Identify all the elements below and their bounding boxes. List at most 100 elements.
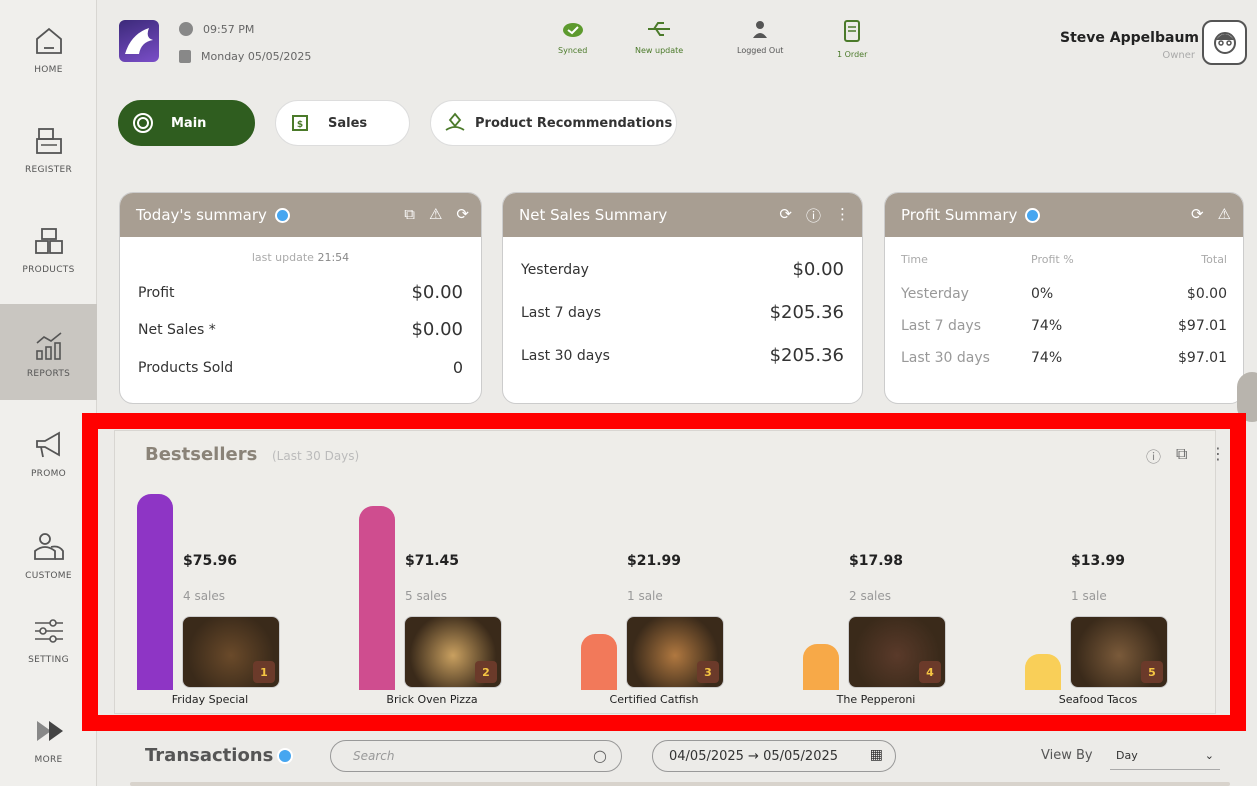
help-icon[interactable]: ⓘ bbox=[806, 205, 821, 226]
transactions-table-top bbox=[130, 782, 1230, 786]
tab-label: Main bbox=[171, 115, 207, 131]
summary-row-profit: Profit $0.00 bbox=[138, 282, 463, 303]
sidebar-item-label: PROMO bbox=[30, 469, 67, 479]
app-logo bbox=[119, 20, 159, 62]
sidebar-item-label: CUSTOME bbox=[25, 571, 72, 581]
trophy-rank-icon: 4 bbox=[919, 661, 941, 683]
bestseller-sales-count: 1 sale bbox=[1071, 589, 1107, 603]
spiral-icon bbox=[129, 109, 157, 137]
external-link-icon[interactable]: ⧉ bbox=[1176, 444, 1187, 464]
trophy-rank-icon: 1 bbox=[253, 661, 275, 683]
status-order[interactable]: 1 Order bbox=[837, 20, 867, 59]
search-icon: ○ bbox=[593, 746, 607, 765]
status-synced[interactable]: Synced bbox=[558, 20, 587, 55]
status-logged-out[interactable]: Logged Out bbox=[737, 20, 783, 55]
bestseller-price: $75.96 bbox=[183, 553, 238, 569]
gem-icon bbox=[274, 207, 290, 223]
hand-gem-icon bbox=[441, 109, 469, 137]
scroll-handle[interactable] bbox=[1237, 372, 1257, 422]
product-thumbnail[interactable]: 4 bbox=[848, 616, 946, 688]
product-thumbnail[interactable]: 1 bbox=[182, 616, 280, 688]
sidebar-item-more[interactable]: MORE bbox=[0, 690, 97, 786]
last-update: last update 21:54 bbox=[251, 251, 350, 264]
card-header: Net Sales Summary ⟳ ⓘ ⋮ bbox=[503, 193, 862, 237]
summary-row-products-sold: Products Sold 0 bbox=[138, 358, 463, 377]
top-header: 09:57 PM Monday 05/05/2025 Synced New up… bbox=[97, 0, 1257, 76]
profit-row: Last 30 days 74% $97.01 bbox=[901, 350, 1227, 366]
bestseller-name: Seafood Tacos bbox=[1058, 693, 1138, 706]
receipt-icon bbox=[844, 20, 861, 42]
date-row: Monday 05/05/2025 bbox=[179, 50, 311, 63]
bestseller-price: $21.99 bbox=[627, 553, 682, 569]
calendar-icon: ▦ bbox=[869, 747, 883, 763]
current-date: Monday 05/05/2025 bbox=[201, 50, 312, 63]
bestseller-name: Brick Oven Pizza bbox=[386, 693, 478, 706]
sidebar-item-reports[interactable]: REPORTS bbox=[0, 304, 97, 400]
home-icon bbox=[35, 27, 62, 54]
product-thumbnail[interactable]: 5 bbox=[1070, 616, 1168, 688]
card-title: Profit Summary bbox=[901, 206, 1018, 224]
bestseller-sales-count: 5 sales bbox=[405, 589, 448, 603]
megaphone-icon bbox=[35, 431, 60, 458]
status-label: New update bbox=[635, 46, 684, 55]
avatar[interactable] bbox=[1202, 20, 1247, 65]
product-thumbnail[interactable]: 3 bbox=[626, 616, 724, 688]
tab-product-recommendations[interactable]: Product Recommendations bbox=[430, 100, 677, 146]
bestseller-bar bbox=[137, 494, 173, 690]
transactions-search-input[interactable]: Search ○ bbox=[330, 740, 622, 772]
refresh-icon[interactable]: ⟳ bbox=[456, 205, 469, 223]
external-link-icon[interactable]: ⧉ bbox=[404, 205, 415, 223]
bestseller-price: $13.99 bbox=[1071, 553, 1126, 569]
card-header: Profit Summary ⟳ ⚠ bbox=[885, 193, 1243, 237]
tab-main[interactable]: Main bbox=[118, 100, 255, 146]
check-cloud-icon bbox=[562, 23, 583, 37]
current-time: 09:57 PM bbox=[203, 22, 255, 36]
sidebar-item-label: SETTING bbox=[28, 655, 69, 665]
sidebar-item-label: HOME bbox=[34, 65, 63, 75]
kebab-menu-icon[interactable]: ⋮ bbox=[835, 205, 850, 226]
refresh-icon[interactable]: ⟳ bbox=[779, 205, 792, 226]
profit-row: Last 7 days 74% $97.01 bbox=[901, 318, 1227, 334]
sidebar-item-register[interactable]: REGISTER bbox=[0, 100, 97, 196]
kebab-menu-icon[interactable]: ⋮ bbox=[1210, 444, 1226, 463]
refresh-icon[interactable]: ⟳ bbox=[1191, 205, 1204, 223]
view-by-select[interactable]: Day ⌄ bbox=[1110, 742, 1220, 770]
bestseller-price: $17.98 bbox=[849, 553, 904, 569]
bestseller-bar bbox=[581, 634, 617, 690]
card-title: Today's summary bbox=[136, 206, 267, 224]
warning-icon[interactable]: ⚠ bbox=[429, 205, 442, 223]
sidebar-item-settings[interactable]: SETTING bbox=[0, 590, 97, 686]
warning-icon[interactable]: ⚠ bbox=[1218, 205, 1231, 223]
sidebar-item-customers[interactable]: CUSTOME bbox=[0, 506, 97, 602]
bestseller-sales-count: 4 sales bbox=[183, 589, 226, 603]
status-new-update[interactable]: New update bbox=[635, 20, 683, 55]
sidebar-item-promo[interactable]: PROMO bbox=[0, 404, 97, 500]
user-name[interactable]: Steve Appelbaum bbox=[1060, 30, 1199, 46]
product-thumbnail[interactable]: 2 bbox=[404, 616, 502, 688]
sidebar-item-home[interactable]: HOME bbox=[0, 0, 97, 96]
profit-summary-card: Profit Summary ⟳ ⚠ Time Profit % Total Y… bbox=[884, 192, 1244, 404]
profit-row: Yesterday 0% $0.00 bbox=[901, 286, 1227, 302]
svg-text:$: $ bbox=[297, 120, 303, 130]
reports-icon bbox=[35, 332, 61, 360]
transactions-title: Transactions bbox=[145, 745, 274, 766]
tab-sales[interactable]: $ Sales bbox=[275, 100, 410, 146]
products-icon bbox=[34, 228, 63, 254]
trophy-rank-icon: 5 bbox=[1141, 661, 1163, 683]
net-sales-row: Last 30 days $205.36 bbox=[521, 345, 844, 366]
status-label: Logged Out bbox=[737, 46, 784, 55]
sidebar: HOME REGISTER PRODUCTS REPORTS PROMO CUS… bbox=[0, 0, 97, 786]
bestseller-name: Certified Catfish bbox=[609, 693, 699, 706]
sidebar-item-products[interactable]: PRODUCTS bbox=[0, 200, 97, 296]
more-icon bbox=[36, 721, 63, 741]
date-range-picker[interactable]: 04/05/2025 → 05/05/2025 ▦ bbox=[652, 740, 896, 772]
help-icon[interactable]: ⓘ bbox=[1146, 446, 1161, 467]
summary-row-net-sales: Net Sales * $0.00 bbox=[138, 319, 463, 340]
gem-icon bbox=[1025, 207, 1041, 223]
sliders-icon bbox=[34, 619, 63, 643]
cart-icon: $ bbox=[286, 109, 314, 137]
bestsellers-title: Bestsellers bbox=[145, 444, 258, 465]
net-sales-row: Last 7 days $205.36 bbox=[521, 302, 844, 323]
bestseller-name: The Pepperoni bbox=[836, 693, 916, 706]
calendar-icon bbox=[179, 50, 191, 63]
